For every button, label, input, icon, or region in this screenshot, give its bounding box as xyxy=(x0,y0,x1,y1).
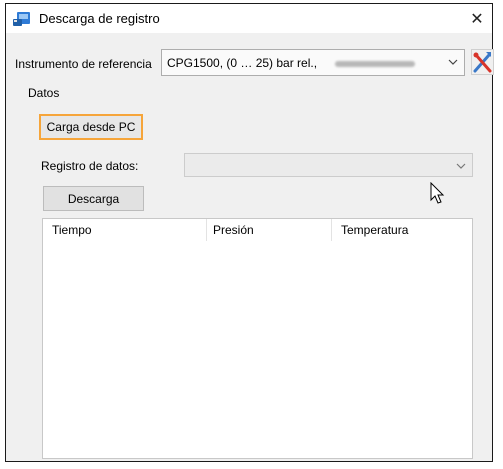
load-from-pc-button[interactable]: Carga desde PC xyxy=(39,114,143,140)
close-button[interactable]: ✕ xyxy=(462,4,492,33)
chevron-down-icon xyxy=(448,59,458,65)
close-icon: ✕ xyxy=(470,10,484,28)
window-title: Descarga de registro xyxy=(39,11,160,26)
redacted-serial xyxy=(335,61,415,67)
download-button-label: Descarga xyxy=(67,191,120,206)
load-from-pc-label: Carga desde PC xyxy=(46,120,136,134)
data-log-select[interactable] xyxy=(184,153,473,177)
download-button[interactable]: Descarga xyxy=(43,186,144,211)
column-header-pressure[interactable]: Presión xyxy=(207,219,332,241)
column-header-temperature[interactable]: Temperatura xyxy=(332,219,472,241)
reference-instrument-label: Instrumento de referencia xyxy=(15,57,152,71)
data-log-label: Registro de datos: xyxy=(41,159,139,173)
data-section-label: Datos xyxy=(28,86,60,100)
column-header-time[interactable]: Tiempo xyxy=(43,219,207,241)
table-header: Tiempo Presión Temperatura xyxy=(43,219,472,241)
mouse-cursor-icon xyxy=(430,182,445,204)
title-bar: Descarga de registro ✕ xyxy=(6,4,492,33)
reference-instrument-value: CPG1500, (0 … 25) bar rel., xyxy=(167,56,318,70)
tools-icon[interactable] xyxy=(471,49,494,75)
data-table[interactable]: Tiempo Presión Temperatura xyxy=(42,218,473,459)
download-log-dialog: Descarga de registro ✕ Instrumento de re… xyxy=(5,3,494,462)
chevron-down-icon xyxy=(456,163,466,169)
reference-instrument-select[interactable]: CPG1500, (0 … 25) bar rel., xyxy=(161,49,465,76)
data-logger-app-icon xyxy=(13,12,30,26)
